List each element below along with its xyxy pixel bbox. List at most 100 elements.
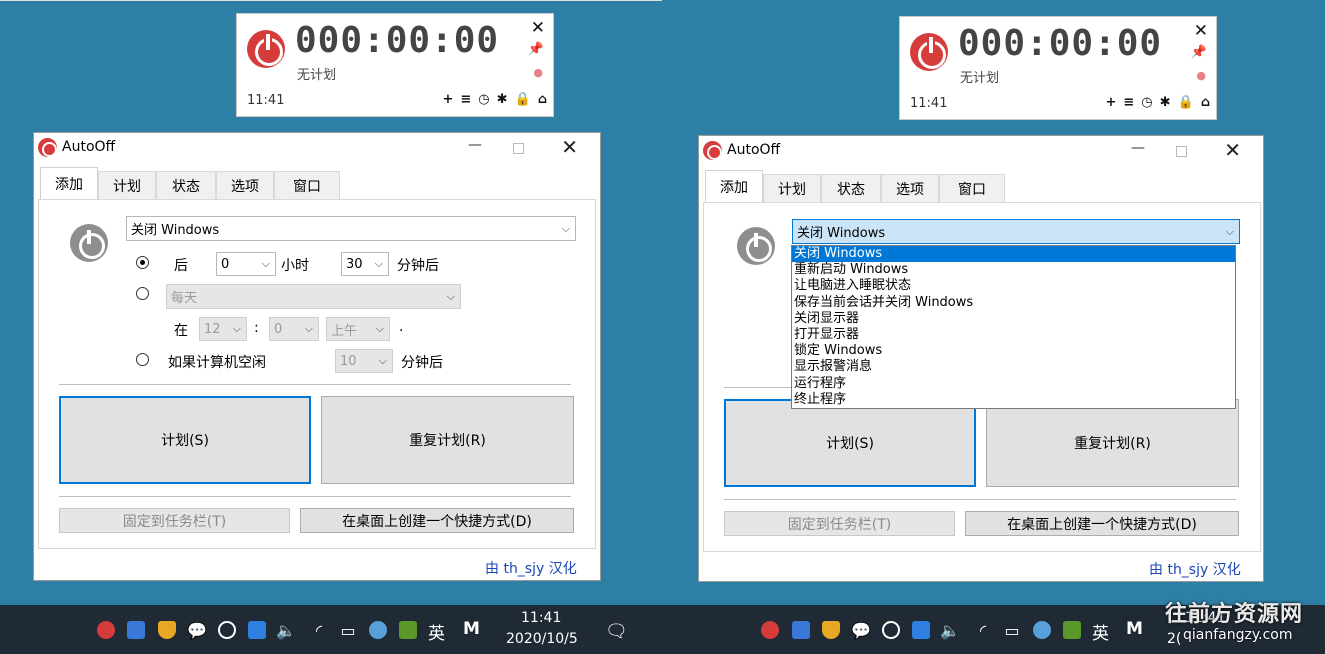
radio-daily[interactable] <box>136 287 149 300</box>
clock-icon[interactable]: ◷ <box>478 92 489 107</box>
minutes-select[interactable]: 30 ⌵ <box>341 252 389 276</box>
close-button[interactable]: ✕ <box>561 135 578 159</box>
home-icon[interactable]: ⌂ <box>538 92 547 107</box>
tab-options[interactable]: 选项 <box>216 171 274 199</box>
credit-link[interactable]: 由 th_sjy 汉化 <box>1149 559 1241 579</box>
tab-schedule[interactable]: 计划 <box>763 174 821 202</box>
ime-indicator[interactable]: 英 <box>1092 619 1109 644</box>
plan-button[interactable]: 计划(S) <box>59 396 311 484</box>
power-icon[interactable] <box>247 30 285 68</box>
wifi-icon[interactable]: ◜ <box>309 621 329 640</box>
m-icon[interactable]: M <box>1126 619 1143 639</box>
indicator-icon[interactable]: ● <box>1196 69 1206 82</box>
gear-icon[interactable]: ✱ <box>1160 95 1171 110</box>
dropdown-option[interactable]: 显示报警消息 <box>792 359 1235 375</box>
action-select[interactable]: 关闭 Windows ⌵ <box>792 219 1240 244</box>
menu-icon[interactable]: ≡ <box>1123 95 1134 110</box>
pin-icon[interactable]: 📌 <box>528 42 544 57</box>
tab-add[interactable]: 添加 <box>705 170 763 202</box>
minimize-button[interactable]: — <box>1131 140 1145 156</box>
at-minute-select[interactable]: 0 ⌵ <box>269 317 319 341</box>
notification-icon[interactable]: 🗨 <box>605 621 628 642</box>
title-bar[interactable]: AutoOff — ✕ <box>34 133 600 163</box>
wechat-icon[interactable]: 💬 <box>851 621 871 640</box>
radio-idle[interactable] <box>136 353 149 366</box>
title-bar[interactable]: AutoOff — ✕ <box>699 136 1263 166</box>
add-icon[interactable]: + <box>442 92 453 107</box>
volume-icon[interactable]: 🔈 <box>276 621 296 640</box>
nvidia-icon[interactable] <box>399 621 417 639</box>
dropdown-option[interactable]: 关闭 Windows <box>792 246 1235 263</box>
tab-options[interactable]: 选项 <box>881 174 939 202</box>
clock-icon[interactable]: ◷ <box>1141 95 1152 110</box>
tab-window[interactable]: 窗口 <box>939 174 1005 202</box>
indicator-icon[interactable]: ● <box>533 66 543 79</box>
wechat-icon[interactable]: 💬 <box>187 621 207 640</box>
dropdown-option[interactable]: 锁定 Windows <box>792 343 1235 359</box>
battery-icon[interactable]: ▭ <box>338 621 358 640</box>
globe-icon[interactable] <box>1033 621 1051 639</box>
wifi-icon[interactable]: ◜ <box>973 621 993 640</box>
close-button[interactable]: ✕ <box>1224 138 1241 162</box>
idle-select[interactable]: 10 ⌵ <box>335 349 393 373</box>
daily-select[interactable]: 每天 ⌵ <box>166 284 461 309</box>
app-tray-icon[interactable] <box>248 621 266 639</box>
minimize-button[interactable]: — <box>468 137 482 153</box>
dropdown-option[interactable]: 重新启动 Windows <box>792 262 1235 278</box>
dropdown-option[interactable]: 运行程序 <box>792 376 1235 392</box>
box-tray-icon[interactable] <box>792 621 810 639</box>
maximize-button[interactable] <box>513 143 524 154</box>
nvidia-icon[interactable] <box>1063 621 1081 639</box>
taskbar-date[interactable]: 2020/10/5 <box>506 631 578 647</box>
ime-indicator[interactable]: 英 <box>428 619 445 644</box>
autooff-tray-icon[interactable] <box>97 621 115 639</box>
shield-icon[interactable] <box>822 621 840 639</box>
action-select[interactable]: 关闭 Windows ⌵ <box>126 216 576 241</box>
gear-icon[interactable]: ✱ <box>497 92 508 107</box>
create-shortcut-button[interactable]: 在桌面上创建一个快捷方式(D) <box>965 511 1239 536</box>
close-icon[interactable]: ✕ <box>531 18 545 38</box>
home-icon[interactable]: ⌂ <box>1201 95 1210 110</box>
lock-icon[interactable]: 🔒 <box>1178 95 1194 110</box>
tab-schedule[interactable]: 计划 <box>98 171 156 199</box>
repeat-plan-button[interactable]: 重复计划(R) <box>986 399 1239 487</box>
circle-icon[interactable] <box>882 621 900 639</box>
volume-icon[interactable]: 🔈 <box>940 621 960 640</box>
tab-add[interactable]: 添加 <box>40 167 98 199</box>
taskbar-time[interactable]: 11:41 <box>521 610 561 626</box>
create-shortcut-button[interactable]: 在桌面上创建一个快捷方式(D) <box>300 508 574 533</box>
tab-status[interactable]: 状态 <box>156 171 216 199</box>
radio-after[interactable] <box>136 256 149 269</box>
dropdown-option[interactable]: 保存当前会话并关闭 Windows <box>792 295 1235 311</box>
box-tray-icon[interactable] <box>127 621 145 639</box>
app-tray-icon[interactable] <box>912 621 930 639</box>
shield-icon[interactable] <box>158 621 176 639</box>
dropdown-option[interactable]: 终止程序 <box>792 392 1235 408</box>
credit-link[interactable]: 由 th_sjy 汉化 <box>485 558 577 578</box>
menu-icon[interactable]: ≡ <box>460 92 471 107</box>
dropdown-option[interactable]: 关闭显示器 <box>792 311 1235 327</box>
circle-icon[interactable] <box>218 621 236 639</box>
autooff-tray-icon[interactable] <box>761 621 779 639</box>
pin-to-taskbar-button[interactable]: 固定到任务栏(T) <box>724 511 955 536</box>
at-hour-select[interactable]: 12 ⌵ <box>199 317 247 341</box>
globe-icon[interactable] <box>369 621 387 639</box>
lock-icon[interactable]: 🔒 <box>515 92 531 107</box>
close-icon[interactable]: ✕ <box>1194 21 1208 41</box>
add-icon[interactable]: + <box>1105 95 1116 110</box>
power-icon[interactable] <box>910 33 948 71</box>
battery-icon[interactable]: ▭ <box>1002 621 1022 640</box>
hours-select[interactable]: 0 ⌵ <box>216 252 276 276</box>
maximize-button[interactable] <box>1176 146 1187 157</box>
repeat-plan-button[interactable]: 重复计划(R) <box>321 396 574 484</box>
tab-window[interactable]: 窗口 <box>274 171 340 199</box>
pin-icon[interactable]: 📌 <box>1191 45 1207 60</box>
m-icon[interactable]: M <box>463 619 480 639</box>
pin-to-taskbar-button[interactable]: 固定到任务栏(T) <box>59 508 290 533</box>
ampm-select[interactable]: 上午 ⌵ <box>326 317 390 341</box>
plan-button[interactable]: 计划(S) <box>724 399 976 487</box>
tab-status[interactable]: 状态 <box>821 174 881 202</box>
taskbar-date[interactable]: 2( <box>1167 631 1181 647</box>
dropdown-option[interactable]: 让电脑进入睡眠状态 <box>792 278 1235 294</box>
dropdown-option[interactable]: 打开显示器 <box>792 327 1235 343</box>
